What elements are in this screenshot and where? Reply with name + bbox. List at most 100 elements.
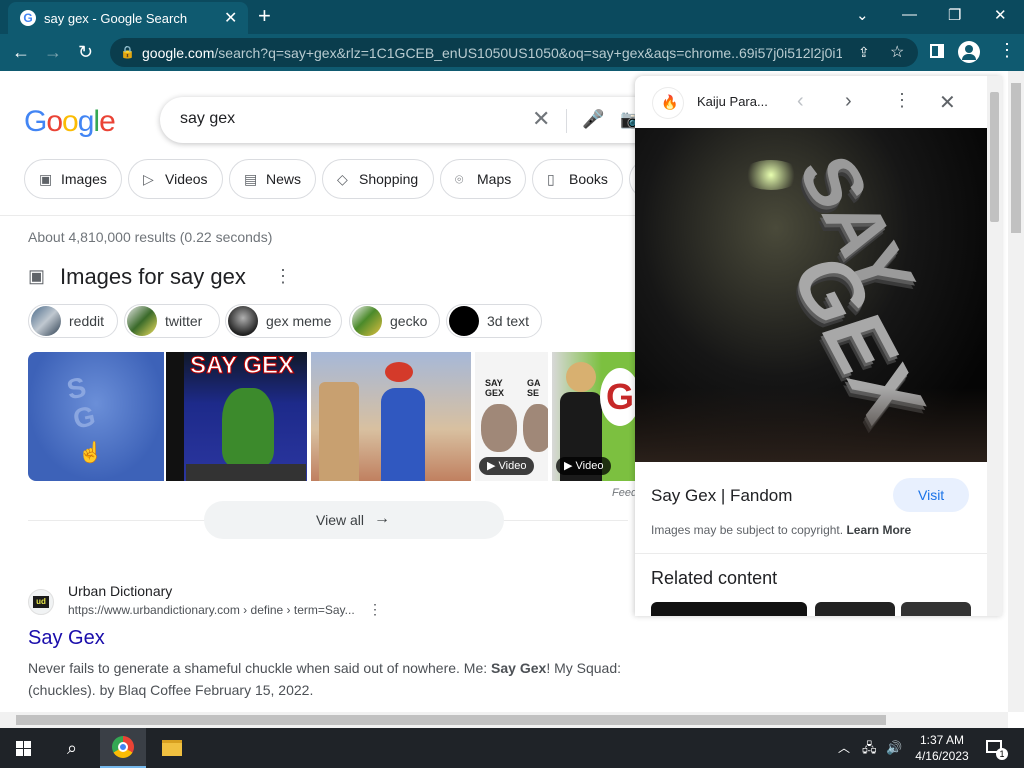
source-name[interactable]: Kaiju Para... (697, 94, 768, 109)
filter-news[interactable]: ▤ News (229, 159, 316, 199)
microphone-icon[interactable]: 🎤 (582, 109, 604, 130)
result-snippet: Never fails to generate a shameful chuck… (28, 660, 622, 698)
result-more-options-icon[interactable]: ⋮ (368, 601, 382, 618)
vertical-scrollbar[interactable] (1008, 71, 1024, 712)
chip-label: 3d text (487, 313, 530, 329)
browser-tab[interactable]: G say gex - Google Search ✕ (8, 2, 248, 34)
chip-label: twitter (165, 313, 203, 329)
related-thumb[interactable] (651, 602, 807, 616)
browser-menu-icon[interactable]: ⋮ (998, 40, 1016, 61)
filter-videos[interactable]: ▷ Videos (128, 159, 223, 199)
clock[interactable]: 1:37 AM 4/16/2023 (912, 732, 972, 764)
result-site-name: Urban Dictionary (68, 583, 173, 599)
avatar (352, 306, 382, 336)
more-options-icon[interactable]: ⋮ (274, 266, 292, 287)
clear-search-icon[interactable]: ✕ (532, 106, 550, 132)
related-chip-gex-meme[interactable]: gex meme (225, 304, 342, 338)
new-tab-icon[interactable]: + (258, 5, 271, 27)
show-hidden-icons-icon[interactable]: ︿ (838, 728, 856, 768)
filter-books[interactable]: ▯ Books (532, 159, 623, 199)
related-content-heading: Related content (651, 568, 778, 588)
filter-label: Books (569, 171, 608, 187)
video-badge: ▶ Video (479, 457, 535, 475)
avatar (228, 306, 258, 336)
previous-image-icon[interactable]: ‹ (797, 90, 804, 113)
browser-toolbar: ← → ↻ 🔒 google.com/search?q=say+gex&rlz=… (0, 34, 1024, 71)
book-icon: ▯ (547, 171, 555, 187)
image-result-say-gex-blue[interactable]: SG ☝ (28, 352, 164, 481)
volume-icon[interactable]: 🔊 (886, 728, 904, 768)
google-favicon-icon: G (20, 10, 36, 26)
video-result-woman-sign[interactable]: G ▶ Video (552, 352, 635, 481)
related-chip-twitter[interactable]: twitter (124, 304, 220, 338)
chip-label: gex meme (266, 313, 332, 329)
horizontal-scrollbar[interactable] (0, 712, 1008, 728)
bookmark-star-icon[interactable]: ☆ (890, 42, 904, 62)
image-preview-panel: 🔥 Kaiju Para... ‹ › ⋮ ✕ SAY GEX Say Gex … (635, 76, 1002, 616)
network-icon[interactable]: 🖧 (862, 728, 880, 768)
filter-label: Images (61, 171, 107, 187)
video-result-say-gex-faces[interactable]: SAY GEX GA SE ▶ Video (475, 352, 548, 481)
avatar (449, 306, 479, 336)
address-url[interactable]: google.com/search?q=say+gex&rlz=1C1GCEB_… (142, 45, 842, 61)
result-title-link[interactable]: Say Gex (28, 627, 105, 650)
restore-icon[interactable]: ❐ (948, 6, 961, 24)
filter-images[interactable]: ▣ Images (24, 159, 122, 199)
close-panel-icon[interactable]: ✕ (939, 90, 956, 115)
source-favicon-icon: 🔥 (653, 88, 683, 118)
search-taskbar-icon[interactable]: ⌕ (52, 728, 92, 768)
chip-label: reddit (69, 313, 105, 329)
avatar (127, 306, 157, 336)
search-input[interactable]: say gex (180, 110, 235, 128)
images-heading-text: Images for say gex (60, 264, 246, 289)
view-all-images-button[interactable]: View all → (204, 501, 504, 539)
close-window-icon[interactable]: ✕ (994, 6, 1007, 24)
chip-label: gecko (390, 313, 428, 329)
filter-label: Maps (477, 171, 512, 187)
clock-time: 1:37 AM (919, 733, 965, 747)
related-chip-3d-text[interactable]: 3d text (446, 304, 542, 338)
urban-dictionary-favicon-icon: ud (28, 589, 54, 615)
divider (0, 215, 640, 216)
notification-center-icon[interactable]: 1 (982, 728, 1012, 768)
arrow-right-icon: → (374, 510, 390, 527)
tab-search-chevron-icon[interactable]: ⌄ (856, 6, 869, 24)
lock-icon: 🔒 (120, 45, 135, 59)
filter-label: Shopping (359, 171, 419, 187)
forward-icon[interactable]: → (44, 42, 62, 63)
share-icon[interactable]: ⇪ (858, 44, 870, 61)
related-thumb[interactable] (815, 602, 895, 616)
minimize-icon[interactable]: — (902, 6, 917, 23)
back-icon[interactable]: ← (12, 42, 30, 63)
play-icon: ▷ (143, 171, 154, 187)
file-explorer-taskbar-icon[interactable] (152, 728, 192, 768)
learn-more-link[interactable]: Learn More (846, 523, 911, 537)
preview-image[interactable]: SAY GEX (635, 128, 987, 462)
map-pin-icon: ⌾ (455, 171, 464, 187)
panel-scrollbar[interactable] (987, 76, 1002, 616)
filter-maps[interactable]: ⌾ Maps (440, 159, 526, 199)
reload-icon[interactable]: ↻ (78, 42, 93, 63)
related-chip-reddit[interactable]: reddit (28, 304, 118, 338)
copyright-notice: Images may be subject to copyright. Lear… (651, 523, 912, 537)
related-thumb[interactable] (901, 602, 971, 616)
panel-title[interactable]: Say Gex | Fandom (651, 486, 792, 506)
image-result-cartoon-castle[interactable] (311, 352, 471, 481)
chrome-taskbar-icon[interactable] (100, 728, 146, 768)
filter-shopping[interactable]: ◇ Shopping (322, 159, 434, 199)
close-tab-icon[interactable]: ✕ (224, 8, 237, 28)
side-panel-icon[interactable] (930, 44, 944, 58)
google-logo[interactable]: Google (24, 105, 116, 139)
next-image-icon[interactable]: › (845, 90, 852, 113)
image-result-playstation-gex[interactable]: SAY GEX (166, 352, 307, 481)
start-button[interactable] (0, 728, 46, 768)
filter-label: News (266, 171, 302, 187)
visit-button[interactable]: Visit (893, 478, 969, 512)
video-badge: ▶ Video (556, 457, 612, 475)
address-bar[interactable]: 🔒 google.com/search?q=say+gex&rlz=1C1GCE… (110, 38, 918, 67)
search-box[interactable]: say gex ✕ 🎤 📷 🔍 (160, 97, 700, 143)
result-url: https://www.urbandictionary.com › define… (68, 603, 355, 617)
panel-more-options-icon[interactable]: ⋮ (893, 90, 911, 111)
related-chip-gecko[interactable]: gecko (349, 304, 440, 338)
profile-avatar-icon[interactable] (958, 41, 980, 63)
